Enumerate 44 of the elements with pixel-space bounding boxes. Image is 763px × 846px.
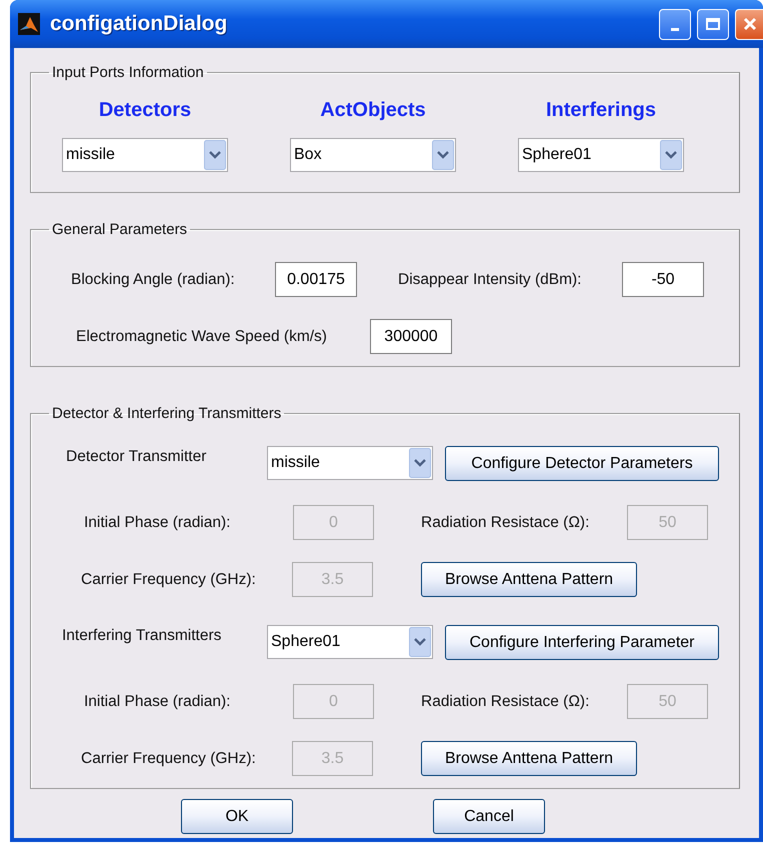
browse-button[interactable]: Browse Anttena Pattern: [421, 741, 637, 776]
group-title: Detector & Interfering Transmitters: [51, 405, 282, 422]
configure-button[interactable]: Configure Detector Parameters: [445, 446, 719, 481]
maximize-icon: [706, 18, 720, 30]
dropdown[interactable]: Box: [290, 138, 456, 172]
configure-button[interactable]: Configure Interfering Parameter: [445, 625, 719, 660]
field-label: Electromagnetic Wave Speed (km/s): [76, 328, 328, 346]
field-label: Disappear Intensity (dBm):: [398, 270, 582, 288]
chevron-down-icon: [409, 448, 431, 478]
chevron-down-icon: [204, 140, 226, 170]
ok-button[interactable]: OK: [181, 799, 293, 834]
field-label: Radiation Resistace (Ω):: [421, 692, 590, 710]
field-label: Carrier Frequency (GHz):: [81, 750, 257, 768]
field-label: Radiation Resistace (Ω):: [421, 514, 590, 532]
group-title: Input Ports Information: [51, 64, 205, 81]
field-label: Initial Phase (radian):: [84, 514, 232, 532]
dropdown[interactable]: Sphere01: [518, 138, 684, 172]
input-field[interactable]: 0.00175: [275, 262, 357, 297]
app-icon: [18, 13, 40, 35]
maximize-button[interactable]: [697, 8, 729, 40]
dropdown[interactable]: Sphere01: [267, 625, 433, 659]
input-field[interactable]: -50: [622, 262, 704, 297]
dropdown[interactable]: missile: [267, 446, 433, 480]
input-field[interactable]: 300000: [370, 319, 452, 354]
chevron-down-icon: [432, 140, 454, 170]
field-label: Blocking Angle (radian):: [71, 270, 236, 288]
field-label: Detector Transmitter: [66, 447, 208, 466]
group-title: General Parameters: [51, 221, 188, 238]
column-heading: Interferings: [544, 99, 658, 122]
browse-button[interactable]: Browse Anttena Pattern: [421, 562, 637, 597]
minimize-button[interactable]: [659, 8, 691, 40]
minimize-icon: [671, 28, 679, 30]
field-label: Initial Phase (radian):: [84, 692, 232, 710]
close-icon: [742, 17, 756, 31]
chevron-down-icon: [660, 140, 682, 170]
column-heading: ActObjects: [319, 99, 427, 122]
dropdown[interactable]: missile: [62, 138, 228, 172]
field-label: Interfering Transmitters: [62, 626, 222, 645]
cancel-button[interactable]: Cancel: [433, 799, 545, 834]
chevron-down-icon: [409, 627, 431, 657]
window-title: configationDialog: [50, 12, 228, 36]
field-label: Carrier Frequency (GHz):: [81, 570, 257, 588]
close-button[interactable]: [735, 8, 763, 40]
column-heading: Detectors: [98, 99, 192, 122]
